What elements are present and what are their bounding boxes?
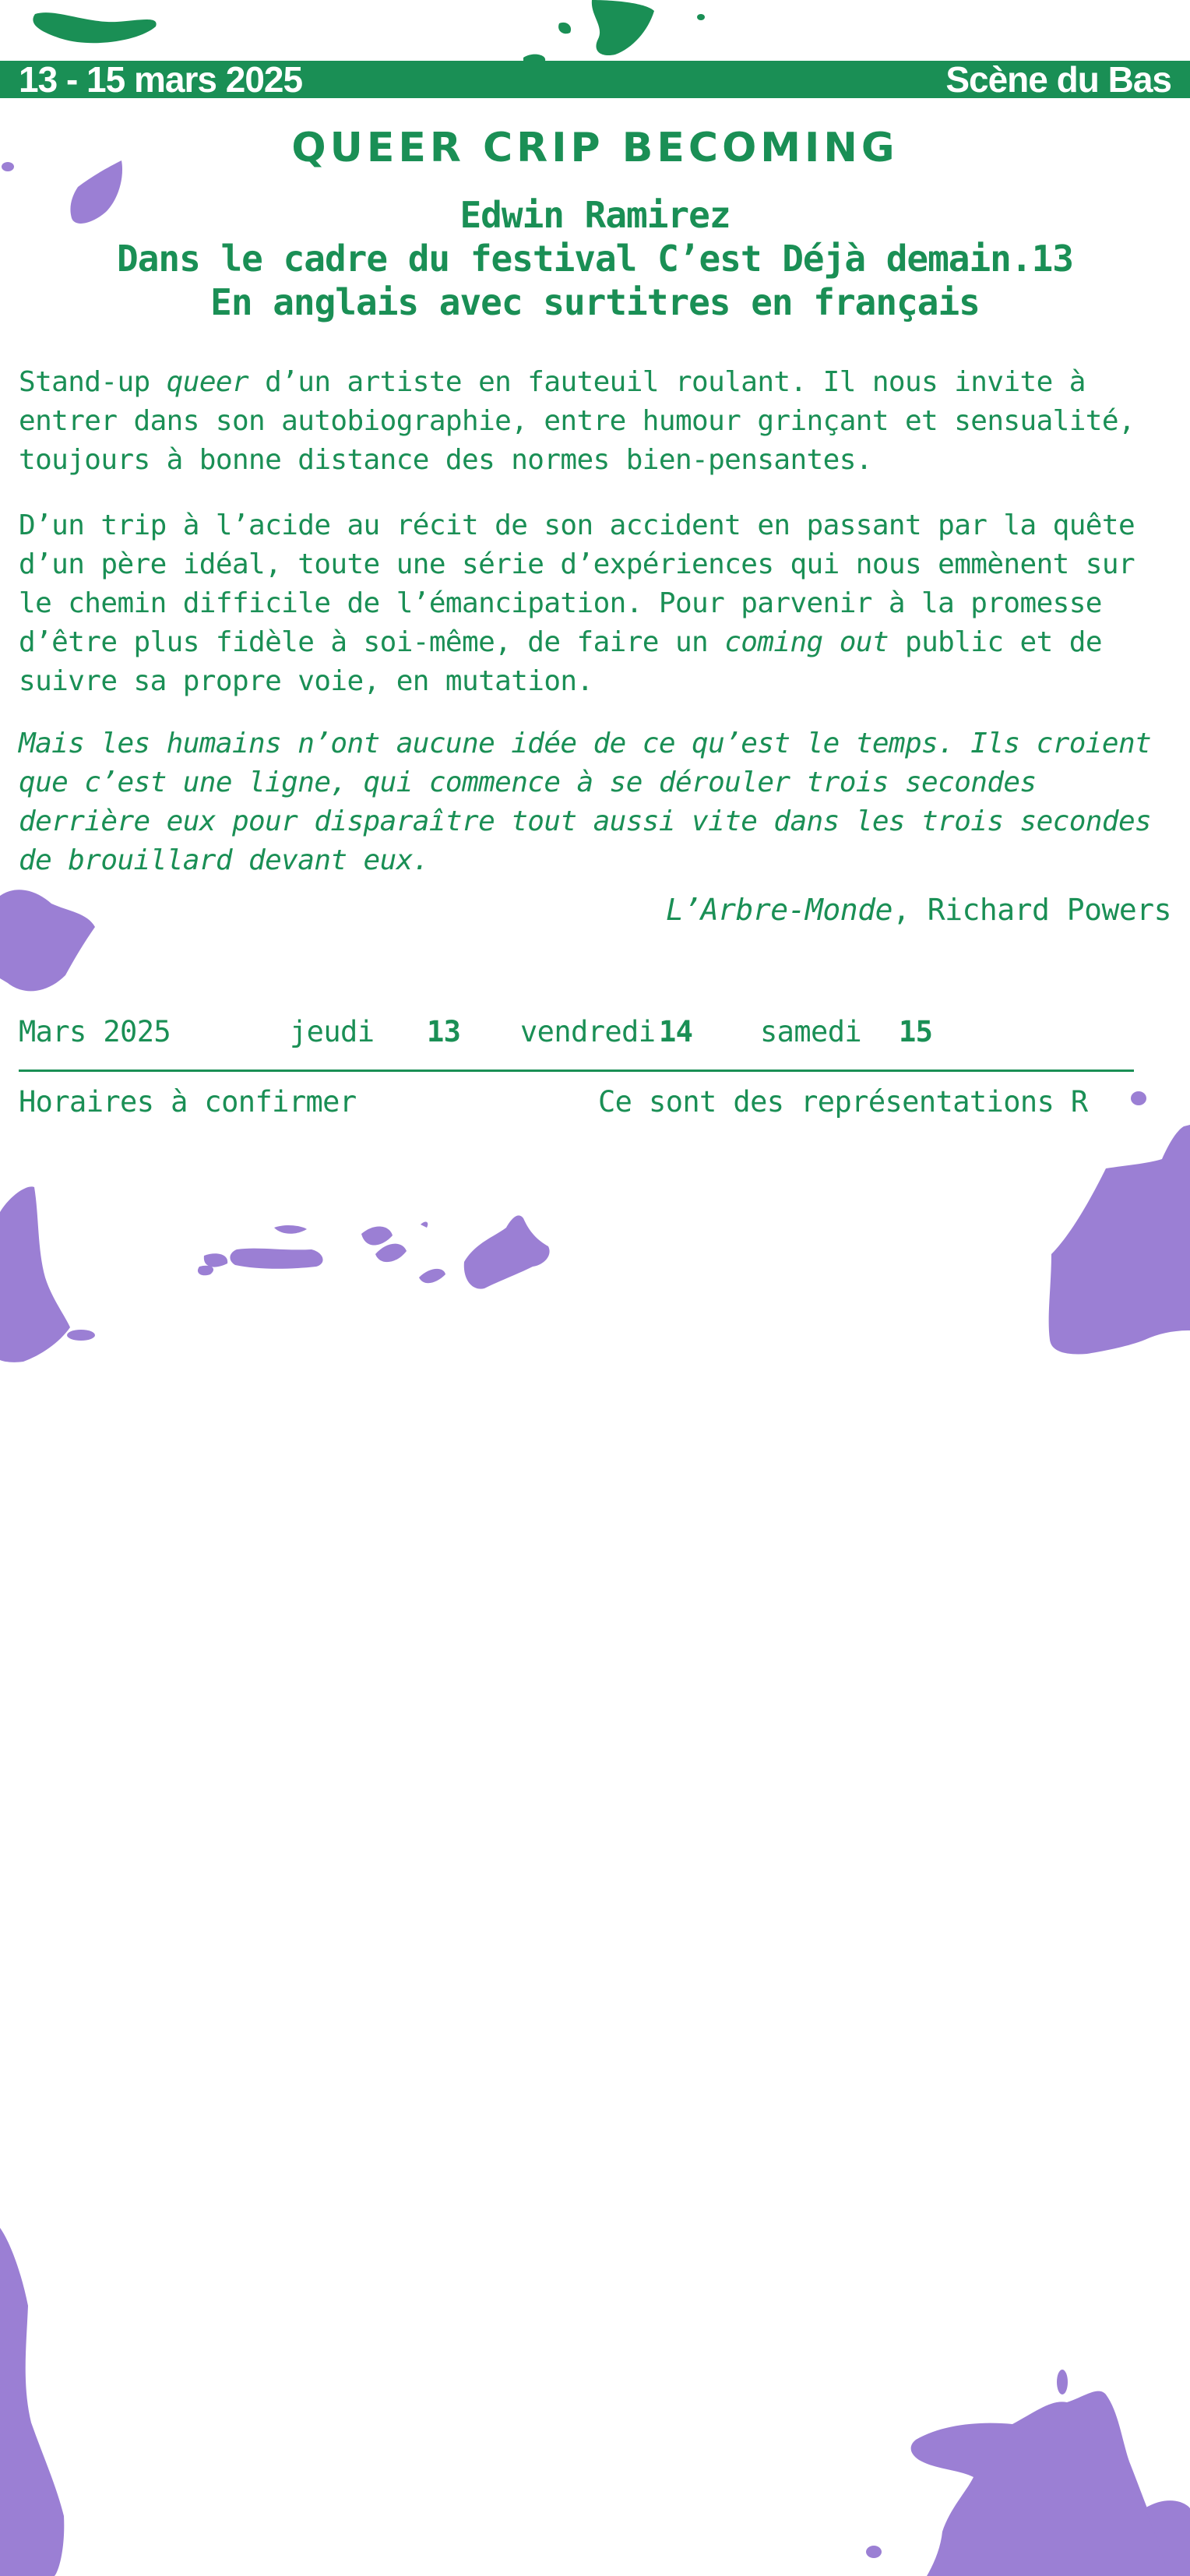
- quote-attribution: L’Arbre-Monde, Richard Powers: [666, 893, 1171, 927]
- language-line: En anglais avec surtitres en français: [210, 281, 981, 323]
- p2-emphasis: coming out: [724, 626, 889, 658]
- epigraph-quote: Mais les humains n’ont aucune idée de ce…: [19, 728, 1152, 876]
- show-title: QUEER CRIP BECOMING: [291, 125, 899, 171]
- schedule-month: Mars 2025: [19, 1015, 171, 1048]
- p1-emphasis: queer: [166, 366, 249, 398]
- schedule-day-1: jeudi: [290, 1015, 375, 1048]
- schedule-day-2-num: 14: [659, 1015, 693, 1048]
- show-subtitle: Edwin Ramirez Dans le cadre du festival …: [0, 193, 1190, 324]
- green-ink-splash: [33, 0, 705, 61]
- festival-line: Dans le cadre du festival C’est Déjà dem…: [117, 238, 1074, 280]
- schedule-day-3-num: 15: [899, 1015, 933, 1048]
- description-paragraph-2: D’un trip à l’acide au récit de son acci…: [19, 506, 1171, 701]
- schedule-notes: Horaires à confirmer Ce sont des représe…: [19, 1085, 1109, 1124]
- date-venue-banner: 13 - 15 mars 2025 Scène du Bas: [0, 59, 1190, 100]
- banner-dates: 13 - 15 mars 2025: [19, 59, 303, 100]
- schedule-day-3: samedi: [760, 1015, 862, 1048]
- schedule-day-1-num: 13: [427, 1015, 461, 1048]
- description-paragraph-1: Stand-up queer d’un artiste en fauteuil …: [19, 363, 1171, 480]
- artist-name: Edwin Ramirez: [459, 194, 731, 236]
- representations-note: Ce sont des représentations R: [598, 1085, 1088, 1119]
- quote-author: , Richard Powers: [892, 893, 1172, 927]
- schedule-divider: [19, 1070, 1134, 1072]
- schedule-day-2: vendredi: [520, 1015, 656, 1048]
- schedule-dates: Mars 2025 jeudi 13 vendredi 14 samedi 15: [19, 1015, 1140, 1054]
- p1-text-before: Stand-up: [19, 366, 167, 398]
- banner-venue: Scène du Bas: [945, 59, 1172, 100]
- quote-work-title: L’Arbre-Monde: [666, 893, 892, 927]
- hours-note: Horaires à confirmer: [19, 1085, 357, 1119]
